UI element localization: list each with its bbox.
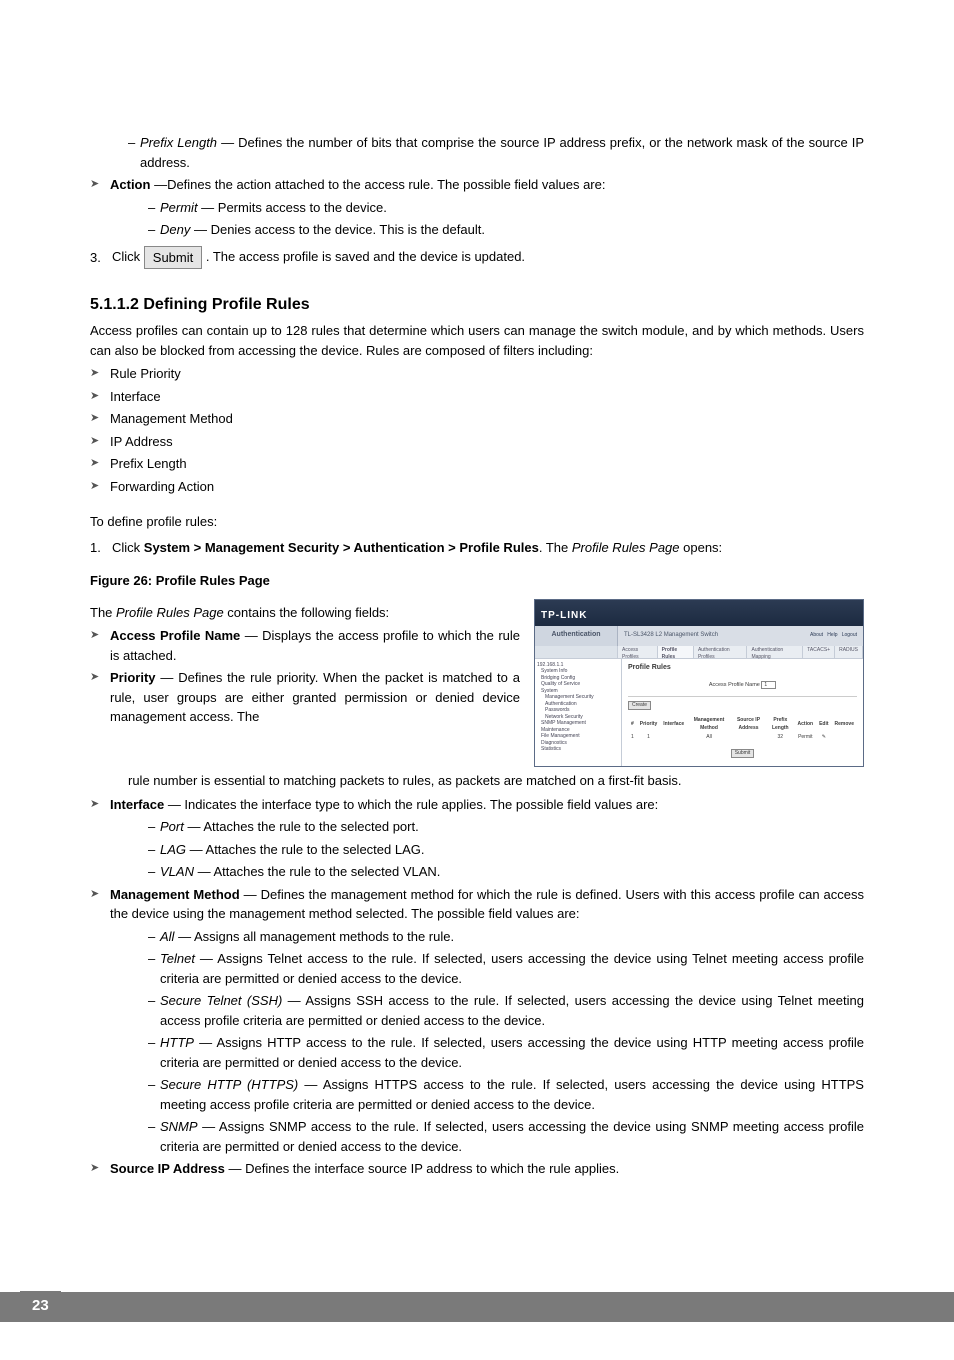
mm-all: –All — Assigns all management methods to… <box>148 927 864 947</box>
bullet-arrow-icon: ➤ <box>90 885 110 904</box>
section-heading: 5.1.1.2 Defining Profile Rules <box>90 293 864 317</box>
deny-item: – Deny — Denies access to the device. Th… <box>148 220 864 240</box>
brand-logo: TP-LINK <box>541 608 587 626</box>
ss-tab[interactable]: Access Profiles <box>618 646 658 658</box>
mm-snmp: –SNMP — Assigns SNMP access to the rule.… <box>148 1117 864 1156</box>
bullet-arrow-icon: ➤ <box>90 432 110 451</box>
profile-rules-screenshot: TP-LINK Authentication TL-SL3428 L2 Mana… <box>534 599 864 768</box>
bullet-arrow-icon: ➤ <box>90 454 110 473</box>
bullet-arrow-icon: ➤ <box>90 477 110 496</box>
ss-create-button[interactable]: Create <box>628 701 651 711</box>
ss-sidebar-title: Authentication <box>535 626 618 646</box>
prefix-length-item: – Prefix Length — Defines the number of … <box>128 133 864 172</box>
mm-https: –Secure HTTP (HTTPS) — Assigns HTTPS acc… <box>148 1075 864 1114</box>
ss-logout-link[interactable]: Logout <box>842 632 857 638</box>
bullet-arrow-icon: ➤ <box>90 409 110 428</box>
bullet-arrow-icon: ➤ <box>90 387 110 406</box>
mm-ssh: –Secure Telnet (SSH) — Assigns SSH acces… <box>148 991 864 1030</box>
figure-lead: The Profile Rules Page contains the foll… <box>90 603 520 623</box>
permit-item: – Permit — Permits access to the device. <box>148 198 864 218</box>
filter-bullet: ➤IP Address <box>90 432 864 452</box>
action-item: ➤ Action —Defines the action attached to… <box>90 175 864 195</box>
field-priority-partial: ➤ Priority — Defines the rule priority. … <box>90 668 520 727</box>
field-sip: ➤ Source IP Address — Defines the interf… <box>90 1159 864 1179</box>
section-intro: Access profiles can contain up to 128 ru… <box>90 321 864 360</box>
ss-help-link[interactable]: Help <box>827 632 837 638</box>
field-apn: ➤ Access Profile Name — Displays the acc… <box>90 626 520 665</box>
ss-nav-tree[interactable]: 192.168.1.1System InfoBridging ConfigQua… <box>535 659 622 767</box>
filter-bullet: ➤Forwarding Action <box>90 477 864 497</box>
ss-tab[interactable]: Authentication Profiles <box>694 646 748 658</box>
if-port: –Port — Attaches the rule to the selecte… <box>148 817 864 837</box>
ss-about-link[interactable]: About <box>810 632 823 638</box>
ss-tab[interactable]: TACACS+ <box>803 646 835 658</box>
bullet-arrow-icon: ➤ <box>90 668 110 687</box>
field-mm: ➤ Management Method — Defines the manage… <box>90 885 864 924</box>
figure-title: Figure 26: Profile Rules Page <box>90 571 864 591</box>
page-footer: 23 <box>0 1292 954 1322</box>
ss-rules-table: #PriorityInterfaceManagement MethodSourc… <box>628 716 857 743</box>
field-interface: ➤ Interface — Indicates the interface ty… <box>90 795 864 815</box>
if-lag: –LAG — Attaches the rule to the selected… <box>148 840 864 860</box>
filter-bullet: ➤Management Method <box>90 409 864 429</box>
step-3: 3. Click Submit . The access profile is … <box>90 246 864 270</box>
bullet-arrow-icon: ➤ <box>90 626 110 645</box>
filter-bullet: ➤Rule Priority <box>90 364 864 384</box>
bullet-arrow-icon: ➤ <box>90 795 110 814</box>
mm-telnet: –Telnet — Assigns Telnet access to the r… <box>148 949 864 988</box>
ss-panel-title: Profile Rules <box>628 663 857 674</box>
filter-bullet: ➤Interface <box>90 387 864 407</box>
filter-bullet: ➤Prefix Length <box>90 454 864 474</box>
priority-continued: rule number is essential to matching pac… <box>128 771 864 791</box>
bullet-arrow-icon: ➤ <box>90 1159 110 1178</box>
ss-tab[interactable]: RADIUS <box>835 646 863 658</box>
step-1: 1. Click System > Management Security > … <box>90 538 864 558</box>
submit-button-sample[interactable]: Submit <box>144 246 202 270</box>
if-vlan: –VLAN — Attaches the rule to the selecte… <box>148 862 864 882</box>
bullet-arrow-icon: ➤ <box>90 175 110 194</box>
ss-tab[interactable]: Profile Rules <box>658 646 694 658</box>
ss-submit-button[interactable]: Submit <box>731 749 755 759</box>
bullet-arrow-icon: ➤ <box>90 364 110 383</box>
ss-profile-select[interactable]: 1 <box>761 681 776 689</box>
ss-tab[interactable]: Authentication Mapping <box>747 646 803 658</box>
mm-http: –HTTP — Assigns HTTP access to the rule.… <box>148 1033 864 1072</box>
page-number: 23 <box>20 1291 61 1322</box>
to-define: To define profile rules: <box>90 512 864 532</box>
